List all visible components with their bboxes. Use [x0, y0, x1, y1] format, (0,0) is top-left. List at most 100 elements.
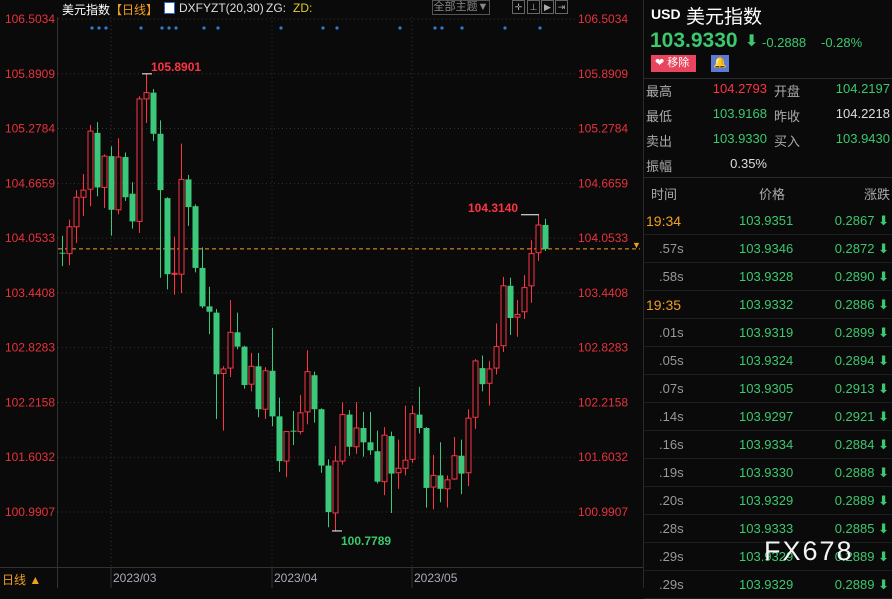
tick-change-value: 0.2890 [834, 269, 875, 284]
candle-body-down [311, 375, 318, 410]
candle-body-down [59, 252, 66, 254]
quote-code: USD [651, 6, 681, 22]
candle-body-up [409, 413, 416, 460]
arrow-down-icon: ⬇ [874, 549, 889, 564]
stat-label: 买入 [774, 134, 801, 149]
tick-price: 103.9324 [739, 353, 794, 368]
theme-dropdown[interactable]: 全部主题▼ [432, 0, 490, 15]
arrow-down-icon: ⬇ [874, 297, 889, 312]
candle-body-up [451, 455, 458, 480]
quote-price: 103.9330 [650, 29, 738, 52]
play-icon[interactable]: ▶ [541, 0, 554, 14]
tick-change-value: 0.2921 [834, 409, 875, 424]
signal-dot [167, 26, 171, 30]
stat-value: 0.35% [730, 156, 767, 171]
signal-dot [216, 26, 220, 30]
remove-favorite-button[interactable]: ❤ 移除 [651, 55, 696, 72]
annotation-label: 105.8901 [151, 60, 201, 74]
arrow-down-icon: ⬇ [745, 33, 759, 50]
annotation-label: 100.7789 [341, 534, 391, 548]
candle-body-down [108, 156, 115, 210]
candle-body-down [374, 451, 381, 482]
stat-label: 卖出 [646, 134, 673, 149]
exit-icon[interactable]: ⇥ [555, 0, 568, 14]
candle-body-up [171, 272, 178, 275]
candle-body-up [178, 178, 185, 275]
tick-change-value: 0.2884 [834, 437, 875, 452]
candle-body-down [199, 267, 206, 307]
period-switch-label: 日线 [2, 573, 27, 587]
stat-value: 104.2197 [835, 81, 890, 96]
crosshair-icon[interactable]: ✛ [512, 0, 525, 14]
tick-change: 0.2890 ⬇ [835, 269, 889, 285]
col-change: 涨跌 [863, 187, 890, 202]
candle-body-up [514, 313, 521, 318]
period-switch[interactable]: 日线 ▲ [2, 571, 41, 588]
triangle-up-icon: ▲ [29, 573, 42, 587]
tick-change: 0.2884 ⬇ [835, 437, 889, 453]
arrow-down-icon: ⬇ [874, 241, 889, 256]
price-label-left: 101.6032 [5, 450, 55, 464]
arrow-down-icon: ⬇ [874, 577, 889, 592]
candle-body-up [136, 98, 143, 222]
bell-icon[interactable]: 🔔 [711, 55, 729, 72]
stat-label: 振幅 [646, 159, 673, 174]
candle-body-down [360, 427, 367, 443]
candle-body-up [381, 434, 388, 483]
tick-change-value: 0.2888 [834, 465, 875, 480]
indicator-name: DXFYZT(20,30) [179, 1, 264, 15]
candle-body-up [297, 412, 304, 433]
candle-body-up [402, 459, 409, 469]
candle-body-up [262, 370, 269, 410]
candle-body-up [353, 427, 360, 448]
tick-time: .20s [659, 493, 684, 508]
candle-body-up [227, 331, 234, 369]
candle-body-up [220, 368, 227, 374]
tick-change: 0.2899 ⬇ [835, 325, 889, 341]
tick-change-value: 0.2889 [834, 577, 875, 592]
range-icon[interactable]: ⊥ [527, 0, 540, 14]
candle-body-up [66, 226, 73, 255]
heart-icon: ❤ [655, 57, 665, 69]
indicator-icon [164, 2, 175, 14]
tick-row: .07s 103.9305 0.2913 ⬇ [644, 375, 892, 403]
tick-price: 103.9334 [739, 437, 794, 452]
candle-body-down [318, 409, 325, 466]
signal-dot [321, 26, 325, 30]
tick-price: 103.9297 [739, 409, 794, 424]
candle-body-up [73, 196, 80, 228]
remove-label: 移除 [667, 57, 690, 69]
arrow-down-icon: ⬇ [874, 269, 889, 284]
price-label-right: 102.2158 [578, 395, 628, 409]
signal-dot [279, 26, 283, 30]
tick-change: 0.2885 ⬇ [835, 521, 889, 537]
candle-body-down [94, 132, 101, 188]
price-label-right: 105.8909 [578, 67, 628, 81]
tick-row: .29s 103.9329 0.2889 ⬇ [644, 571, 892, 599]
tick-price: 103.9333 [739, 521, 794, 536]
signal-dot [104, 26, 108, 30]
candlestick-chart[interactable]: 106.5034 106.5034105.8909 105.8909105.2784… [0, 0, 643, 588]
period-label[interactable]: 【日线】 [110, 1, 158, 18]
quote-panel: USD 美元指数 103.9330 ⬇ -0.2888 -0.28% ❤ 移除 … [643, 0, 892, 599]
tick-row: .57s 103.9346 0.2872 ⬇ [644, 235, 892, 263]
price-label-left: 105.8909 [5, 67, 55, 81]
tick-time: 19:34 [646, 213, 682, 229]
arrow-down-icon: ⬇ [874, 493, 889, 508]
candle-body-down [164, 198, 171, 275]
signal-dot [97, 26, 101, 30]
candle-body-up [486, 368, 493, 384]
arrow-down-icon: ⬇ [874, 213, 889, 228]
zg-label: ZG: [266, 1, 286, 15]
tick-price: 103.9346 [739, 241, 794, 256]
price-label-right: 103.4408 [578, 286, 628, 300]
candle-body-up [430, 474, 437, 488]
stat-value: 104.2218 [835, 106, 890, 121]
stat-label: 最高 [646, 84, 673, 99]
arrow-down-icon: ⬇ [874, 353, 889, 368]
candle-body-down [241, 346, 248, 386]
price-label-left: 103.4408 [5, 286, 55, 300]
candle-body-up [465, 417, 472, 474]
signal-dot [174, 26, 178, 30]
signal-dot [440, 26, 444, 30]
